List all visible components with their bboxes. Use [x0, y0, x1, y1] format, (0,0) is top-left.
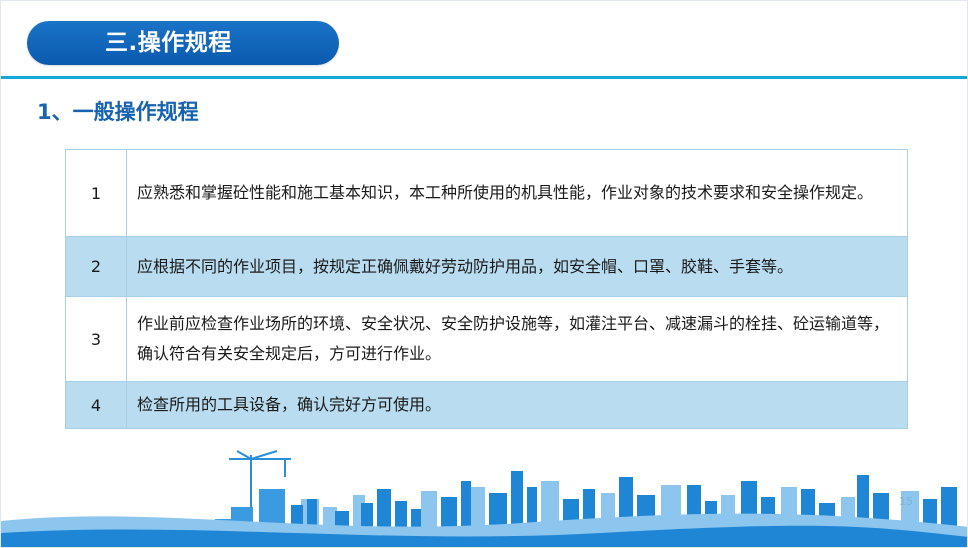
- city-skyline-graphic: [1, 450, 967, 547]
- row-text: 检查所用的工具设备，确认完好方可使用。: [126, 381, 908, 429]
- subtitle: 1、一般操作规程: [37, 100, 199, 124]
- table-row: 1 应熟悉和掌握砼性能和施工基本知识，本工种所使用的机具性能，作业对象的技术要求…: [65, 149, 908, 237]
- row-text: 应根据不同的作业项目，按规定正确佩戴好劳动防护用品，如安全帽、口罩、胶鞋、手套等…: [126, 236, 908, 297]
- slide: 三.操作规程 1、一般操作规程 1 应熟悉和掌握砼性能和施工基本知识，本工种所使…: [0, 0, 968, 548]
- table-row: 3 作业前应检查作业场所的环境、安全状况、安全防护设施等，如灌注平台、减速漏斗的…: [65, 296, 908, 382]
- table-row: 2 应根据不同的作业项目，按规定正确佩戴好劳动防护用品，如安全帽、口罩、胶鞋、手…: [65, 236, 908, 297]
- rules-table: 1 应熟悉和掌握砼性能和施工基本知识，本工种所使用的机具性能，作业对象的技术要求…: [65, 149, 908, 429]
- row-number: 3: [65, 296, 127, 382]
- table-row: 4 检查所用的工具设备，确认完好方可使用。: [65, 381, 908, 429]
- row-text: 作业前应检查作业场所的环境、安全状况、安全防护设施等，如灌注平台、减速漏斗的栓挂…: [126, 296, 908, 382]
- header-divider: [1, 76, 967, 79]
- row-number: 1: [65, 149, 127, 237]
- row-number: 4: [65, 381, 127, 429]
- page-number: 15: [899, 495, 913, 508]
- row-number: 2: [65, 236, 127, 297]
- section-title-banner: 三.操作规程: [27, 21, 339, 65]
- section-title: 三.操作规程: [105, 30, 232, 56]
- row-text: 应熟悉和掌握砼性能和施工基本知识，本工种所使用的机具性能，作业对象的技术要求和安…: [126, 149, 908, 237]
